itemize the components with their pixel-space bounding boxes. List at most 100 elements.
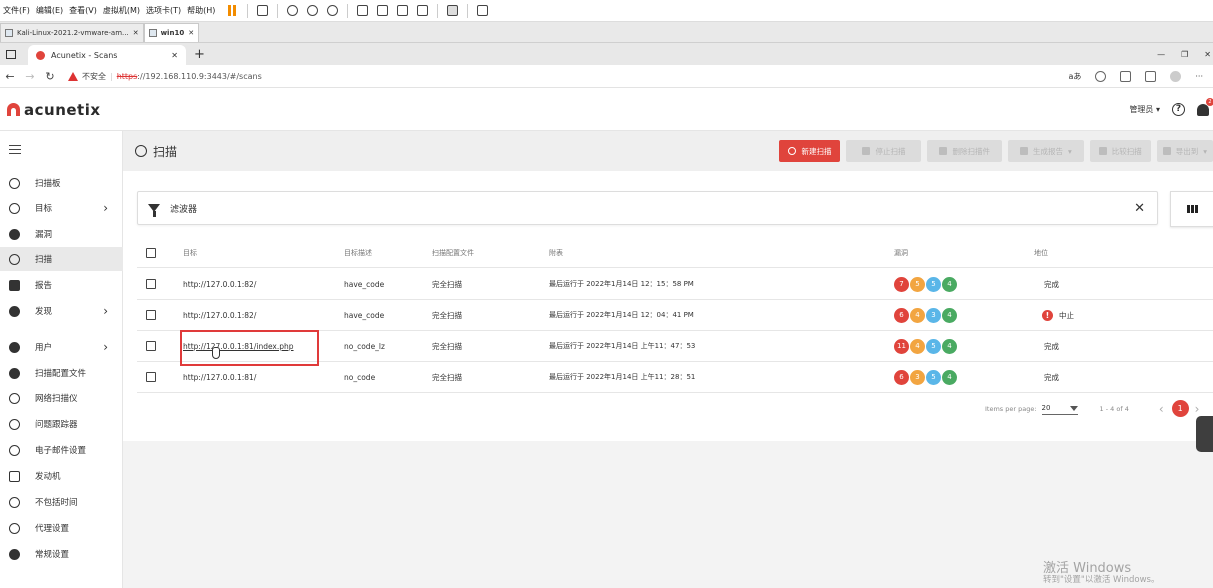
sidebar-item-excluded-hours[interactable]: 不包括时间 bbox=[0, 490, 123, 514]
cloud-icon bbox=[9, 522, 20, 534]
floating-side-button[interactable] bbox=[1196, 416, 1213, 452]
vm-menu-tabs[interactable]: 选项卡(T) bbox=[143, 5, 184, 16]
filter-bar[interactable]: 滤波器 ✕ bbox=[137, 191, 1158, 225]
delete-scan-button[interactable]: 删除扫描件 bbox=[927, 140, 1002, 162]
vm-menu-edit[interactable]: 编辑(E) bbox=[33, 5, 66, 16]
thumbnail-icon[interactable] bbox=[377, 5, 389, 16]
page-number-button[interactable]: 1 bbox=[1171, 400, 1189, 417]
select-all-checkbox[interactable] bbox=[146, 247, 156, 258]
console-icon[interactable] bbox=[447, 5, 459, 16]
next-page-icon[interactable]: › bbox=[1195, 402, 1200, 416]
close-icon[interactable]: ✕ bbox=[171, 51, 178, 60]
column-header-schedule[interactable]: 附表 bbox=[549, 238, 563, 267]
forward-icon[interactable]: → bbox=[20, 70, 40, 83]
translate-icon[interactable]: aあ bbox=[1068, 71, 1081, 82]
sidebar-item-scans[interactable]: 扫描 bbox=[0, 247, 123, 271]
sidebar-item-scan-profiles[interactable]: 扫描配置文件 bbox=[0, 361, 123, 385]
browser-tab-acunetix[interactable]: Acunetix - Scans ✕ bbox=[28, 45, 186, 65]
new-scan-button[interactable]: 新建扫描 bbox=[779, 140, 841, 162]
user-menu[interactable]: 管理员 ▾ bbox=[1129, 104, 1160, 115]
sidebar-item-engines[interactable]: 发动机 bbox=[0, 464, 123, 488]
pause-icon[interactable] bbox=[228, 5, 238, 16]
sidebar-item-email-settings[interactable]: 电子邮件设置 bbox=[0, 438, 123, 462]
fullscreen-icon[interactable] bbox=[397, 5, 409, 16]
target-address[interactable]: http://127.0.0.1:82/ bbox=[183, 269, 256, 299]
revert-snapshot-icon[interactable] bbox=[307, 5, 319, 16]
generate-report-button[interactable]: 生成报告 ▾ bbox=[1007, 140, 1084, 162]
favorites-icon[interactable] bbox=[1120, 70, 1132, 82]
row-checkbox[interactable] bbox=[146, 341, 156, 351]
sidebar-item-discovery[interactable]: 发现 › bbox=[0, 299, 123, 323]
clear-filter-icon[interactable]: ✕ bbox=[1134, 201, 1145, 216]
stretch-icon[interactable] bbox=[477, 5, 489, 16]
vm-menu-help[interactable]: 帮助(H) bbox=[184, 5, 218, 16]
sidebar-item-issue-trackers[interactable]: 问题跟踪器 bbox=[0, 412, 123, 436]
send-keys-icon[interactable] bbox=[257, 5, 269, 16]
vm-tab-win10[interactable]: win10 ✕ bbox=[143, 23, 200, 42]
items-per-page-select[interactable]: 20 bbox=[1041, 402, 1078, 415]
sidebar-item-users[interactable]: 用户 › bbox=[0, 335, 123, 359]
snapshot-manager-icon[interactable] bbox=[327, 5, 339, 16]
hamburger-menu-icon[interactable] bbox=[9, 145, 21, 154]
sidebar-item-reports[interactable]: 报告 bbox=[0, 273, 123, 297]
bell-icon[interactable]: 2 bbox=[1197, 97, 1213, 116]
more-icon[interactable]: ··· bbox=[1195, 72, 1203, 81]
stop-scan-button[interactable]: 停止扫描 bbox=[846, 140, 922, 162]
collections-icon[interactable] bbox=[1145, 70, 1157, 82]
sidebar-item-label: 用户 bbox=[35, 343, 53, 353]
insecure-label[interactable]: 不安全 bbox=[82, 71, 106, 82]
row-checkbox[interactable] bbox=[146, 279, 156, 289]
page-toolbar: 扫描 新建扫描 停止扫描 删除扫描件 生成报告 ▾ 比较扫描 导出到 ▾ bbox=[123, 131, 1213, 171]
items-per-page-label: Items per page: bbox=[985, 404, 1037, 413]
table-row[interactable]: http://127.0.0.1:82/ have_code 完全扫描 最后运行… bbox=[137, 300, 1213, 331]
sidebar-item-targets[interactable]: 目标 › bbox=[0, 196, 123, 220]
column-header-profile[interactable]: 扫描配置文件 bbox=[432, 238, 474, 267]
column-header-target[interactable]: 目标 bbox=[183, 238, 197, 267]
refresh-icon[interactable]: ↻ bbox=[40, 70, 60, 83]
favorite-add-icon[interactable] bbox=[1095, 70, 1107, 82]
close-window-icon[interactable]: ✕ bbox=[1204, 50, 1211, 59]
snapshot-icon[interactable] bbox=[287, 5, 299, 16]
restore-icon[interactable]: ❐ bbox=[1181, 50, 1188, 59]
sidebar-item-label: 电子邮件设置 bbox=[35, 446, 87, 456]
table-row[interactable]: http://127.0.0.1:82/ have_code 完全扫描 最后运行… bbox=[137, 269, 1213, 300]
column-header-description[interactable]: 目标描述 bbox=[344, 238, 372, 267]
vm-tab-kali[interactable]: Kali-Linux-2021.2-vmware-am... ✕ bbox=[0, 23, 144, 42]
sidebar-item-network-scanner[interactable]: 网络扫描仪 bbox=[0, 386, 123, 410]
sidebar-item-label: 代理设置 bbox=[35, 524, 70, 534]
help-icon[interactable]: ? bbox=[1172, 103, 1185, 116]
sidebar-item-dashboard[interactable]: 扫描板 bbox=[0, 171, 123, 195]
target-address[interactable]: http://127.0.0.1:82/ bbox=[183, 300, 256, 330]
export-button[interactable]: 导出到 ▾ bbox=[1156, 140, 1213, 162]
acunetix-logo[interactable]: acunetix bbox=[7, 101, 101, 119]
tab-actions-icon[interactable] bbox=[6, 49, 16, 59]
row-checkbox[interactable] bbox=[146, 310, 156, 320]
profile-icon[interactable] bbox=[1170, 70, 1182, 82]
column-header-status[interactable]: 地位 bbox=[1034, 238, 1048, 267]
vm-menu-file[interactable]: 文件(F) bbox=[0, 5, 33, 16]
notification-badge: 2 bbox=[1206, 97, 1213, 106]
table-row[interactable]: http://127.0.0.1:81/ no_code 完全扫描 最后运行于 … bbox=[137, 362, 1213, 393]
sidebar-item-proxy-settings[interactable]: 代理设置 bbox=[0, 516, 123, 540]
column-header-vulnerabilities[interactable]: 漏洞 bbox=[894, 238, 908, 267]
compare-scans-button[interactable]: 比较扫描 bbox=[1089, 140, 1151, 162]
acunetix-logo-icon bbox=[7, 103, 20, 116]
sidebar-item-vulnerabilities[interactable]: 漏洞 bbox=[0, 222, 123, 246]
close-icon[interactable]: ✕ bbox=[133, 29, 139, 37]
columns-button[interactable] bbox=[1170, 191, 1213, 227]
new-tab-icon[interactable]: + bbox=[194, 47, 205, 62]
minimize-icon[interactable]: — bbox=[1157, 50, 1165, 59]
url-field[interactable]: 不安全 | https://192.168.110.9:3443/#/scans bbox=[68, 71, 262, 82]
prev-page-icon[interactable]: ‹ bbox=[1159, 402, 1164, 416]
unity-icon[interactable] bbox=[417, 5, 429, 16]
back-icon[interactable]: ← bbox=[0, 70, 20, 83]
close-icon[interactable]: ✕ bbox=[188, 29, 194, 37]
vm-menu-view[interactable]: 查看(V) bbox=[66, 5, 100, 16]
sidebar-item-general-settings[interactable]: 常规设置 bbox=[0, 542, 123, 566]
sidebar-item-label: 扫描 bbox=[35, 255, 53, 265]
vm-menu-vm[interactable]: 虚拟机(M) bbox=[100, 5, 143, 16]
scan-profile: 完全扫描 bbox=[432, 279, 462, 289]
library-icon[interactable] bbox=[357, 5, 369, 16]
target-address[interactable]: http://127.0.0.1:81/ bbox=[183, 362, 256, 392]
row-checkbox[interactable] bbox=[146, 372, 156, 382]
